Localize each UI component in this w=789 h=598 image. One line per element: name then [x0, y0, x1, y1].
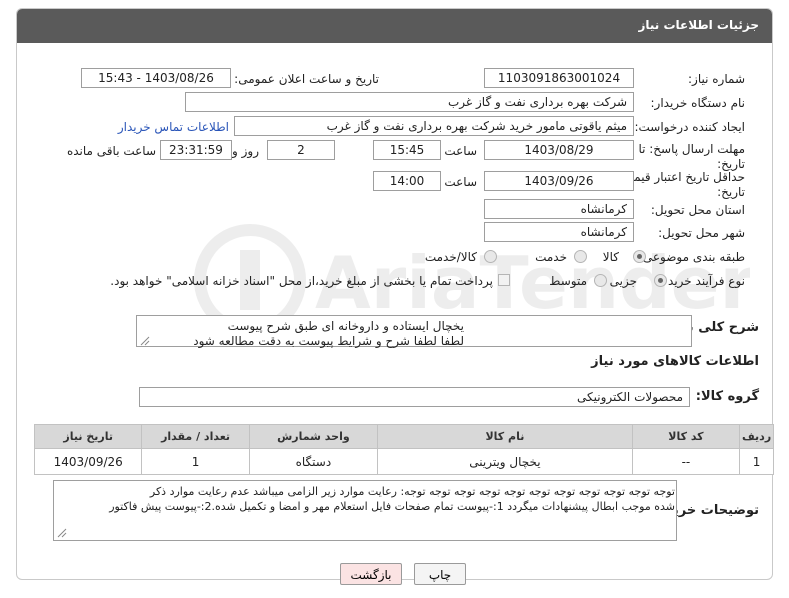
remaining-time-field: 23:31:59 [160, 140, 232, 160]
announce-field: 1403/08/26 - 15:43 [81, 68, 231, 88]
reply-time-field: 15:45 [373, 140, 441, 160]
price-validity-date-field: 1403/09/26 [484, 171, 634, 191]
category-radio-goods[interactable] [633, 250, 646, 263]
province-field: کرمانشاه [484, 199, 634, 219]
requester-field: میثم یاقوتی مامور خرید شرکت بهره برداری … [234, 116, 634, 136]
col-qty-header: تعداد / مقدار [141, 424, 250, 449]
goods-group-label: گروه کالا: [695, 389, 759, 404]
col-row-header: ردیف [739, 424, 774, 449]
category-option-service: خدمت [535, 250, 567, 264]
buyer-org-label: نام دستگاه خریدار: [650, 96, 746, 110]
items-table: ردیف کد کالا نام کالا واحد شمارش تعداد /… [33, 424, 774, 475]
purchase-option-medium: متوسط [549, 274, 587, 288]
city-label: شهر محل تحویل: [658, 226, 745, 240]
category-option-goods: کالا [602, 250, 619, 264]
table-row: 1 -- یخچال ویترینی دستگاه 1 1403/09/26 [33, 448, 774, 475]
remaining-label: ساعت باقی مانده [66, 144, 156, 158]
requester-label: ایجاد کننده درخواست: [634, 120, 745, 134]
buyer-contact-link[interactable]: اطلاعات تماس خریدار [118, 120, 229, 134]
col-code-header: کد کالا [631, 424, 741, 449]
cell-qty: 1 [141, 448, 250, 475]
cell-unit: دستگاه [248, 448, 379, 475]
province-label: استان محل تحویل: [650, 203, 745, 217]
cell-name: یخچال ویترینی [377, 448, 633, 475]
cell-date: 1403/09/26 [33, 448, 143, 475]
back-button[interactable]: بازگشت [340, 563, 402, 585]
buyer-notes-line-2: شده موجب ابطال پیشنهادات میگردد 1:-پیوست… [109, 500, 675, 513]
treasury-note: پرداخت تمام یا بخشی از مبلغ خرید،از محل … [110, 274, 493, 288]
cell-code: -- [631, 448, 741, 475]
print-button[interactable]: چاپ [414, 563, 466, 585]
need-number-label: شماره نیاز: [688, 72, 745, 86]
city-field: کرمانشاه [484, 222, 634, 242]
reply-deadline-label-date: تاریخ: [717, 157, 745, 171]
need-number-field: 1103091863001024 [484, 68, 634, 88]
panel-title: جزئیات اطلاعات نیاز [638, 18, 759, 32]
reply-date-field: 1403/08/29 [484, 140, 634, 160]
days-label: روز و [232, 144, 259, 158]
purchase-radio-medium[interactable] [594, 274, 607, 287]
col-name-header: نام کالا [377, 424, 633, 449]
purchase-radio-minor[interactable] [654, 274, 667, 287]
buyer-org-field: شرکت بهره برداری نفت و گاز غرب [185, 92, 634, 112]
description-line-2: لطفا لطفا شرح و شرایط پیوست به دقت مطالع… [193, 334, 464, 348]
price-validity-time-field: 14:00 [373, 171, 441, 191]
purchase-type-label: نوع فرآیند خرید : [660, 274, 745, 288]
category-label: طبقه بندی موضوعی: [638, 250, 745, 264]
category-option-goods-service: کالا/خدمت [424, 250, 477, 264]
goods-info-heading: اطلاعات کالاهای مورد نیاز [591, 354, 759, 369]
resize-grip-icon[interactable] [57, 528, 67, 538]
purchase-option-minor: جزیی [609, 274, 637, 288]
category-radio-goods-service[interactable] [484, 250, 497, 263]
buyer-notes-line-1: توجه توجه توجه توجه توجه توجه توجه توجه … [149, 485, 675, 498]
reply-days-field: 2 [267, 140, 335, 160]
price-validity-label-date: تاریخ: [717, 185, 745, 199]
reply-deadline-label: مهلت ارسال پاسخ: تا [638, 142, 745, 156]
table-header-row: ردیف کد کالا نام کالا واحد شمارش تعداد /… [33, 424, 774, 449]
cell-row: 1 [739, 448, 774, 475]
col-unit-header: واحد شمارش [248, 424, 379, 449]
treasury-checkbox[interactable] [498, 274, 510, 286]
col-date-header: تاریخ نیاز [33, 424, 143, 449]
resize-grip-icon[interactable] [140, 336, 150, 346]
description-line-1: یخچال ایستاده و داروخانه ای طبق شرح پیوس… [227, 319, 464, 333]
price-validity-time-label: ساعت [444, 175, 477, 189]
category-radio-service[interactable] [574, 250, 587, 263]
goods-group-field: محصولات الکترونیکی [139, 387, 690, 407]
reply-time-label: ساعت [444, 144, 477, 158]
announce-label: تاریخ و ساعت اعلان عمومی: [234, 72, 379, 86]
